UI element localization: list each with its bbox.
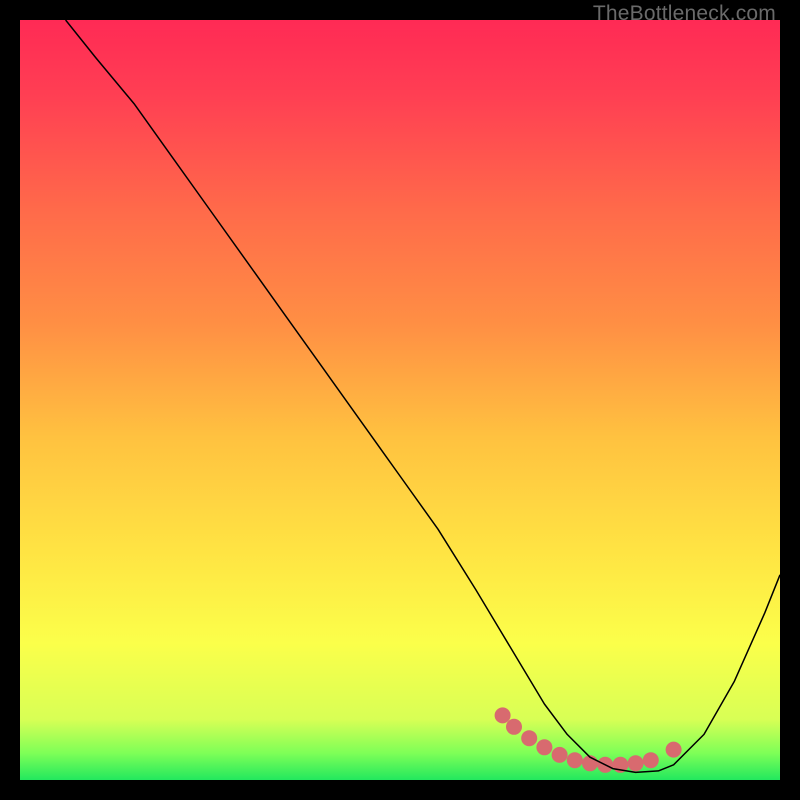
highlight-dot xyxy=(506,719,522,735)
highlight-dot xyxy=(552,747,568,763)
highlight-dot xyxy=(536,739,552,755)
highlight-dot xyxy=(628,755,644,771)
gradient-rect xyxy=(20,20,780,780)
highlight-dot xyxy=(521,730,537,746)
highlight-dot xyxy=(666,742,682,758)
highlight-dot xyxy=(567,752,583,768)
highlight-dot xyxy=(495,707,511,723)
watermark-text: TheBottleneck.com xyxy=(593,2,776,26)
chart-frame xyxy=(20,20,780,780)
chart-svg xyxy=(20,20,780,780)
highlight-dot xyxy=(643,752,659,768)
